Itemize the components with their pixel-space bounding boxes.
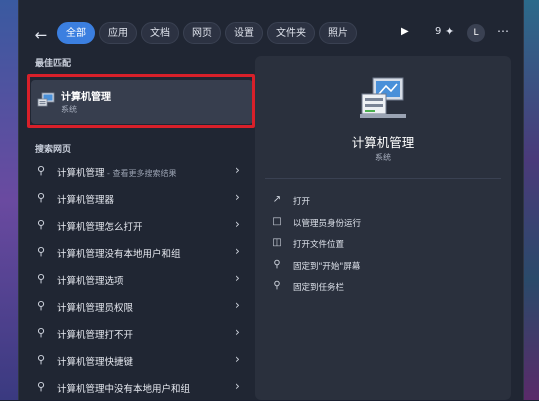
search-icon: ⚲ [37, 272, 46, 285]
web-result-item[interactable]: ⚲ 计算机管理怎么打开 › [27, 212, 255, 239]
more-options-icon[interactable]: ⋯ [497, 24, 509, 38]
web-result-item[interactable]: ⚲ 计算机管理快捷键 › [27, 347, 255, 374]
web-result-item[interactable]: ⚲ 计算机管理选项 › [27, 266, 255, 293]
web-result-item[interactable]: ⚲ 计算机管理员权限 › [27, 293, 255, 320]
tab-documents[interactable]: 文档 [141, 22, 179, 44]
chevron-right-icon: › [235, 190, 240, 204]
action-label: 打开 [293, 197, 311, 207]
detail-title: 计算机管理 [351, 135, 415, 150]
chevron-right-icon: › [235, 298, 240, 312]
open-icon: ↗ [272, 194, 282, 205]
web-search-section: 搜索网页 ⚲ 计算机管理 - 查看更多搜索结果 › ⚲ 计算机管理器 › ⚲ 计… [27, 142, 255, 401]
detail-pane: 计算机管理 系统 ↗ 打开 □ 以管理员身份运行 ◫ 打开文件位置 ⚲ 固定到"… [255, 56, 511, 400]
search-icon: ⚲ [37, 353, 46, 366]
web-result-text: 计算机管理 [57, 168, 105, 179]
web-result-text: 计算机管理员权限 [57, 303, 134, 314]
action-label: 打开文件位置 [293, 240, 345, 250]
pin-icon: ⚲ [273, 280, 281, 291]
chevron-right-icon: › [235, 244, 240, 258]
tab-folders[interactable]: 文件夹 [267, 22, 315, 44]
web-result-subtext: - 查看更多搜索结果 [104, 169, 177, 178]
best-match-heading: 最佳匹配 [35, 59, 72, 69]
tab-photos[interactable]: 照片 [319, 22, 357, 44]
divider [265, 178, 501, 179]
action-label: 以管理员身份运行 [293, 218, 362, 229]
chevron-right-icon: › [235, 217, 240, 231]
web-result-text: 计算机管理选项 [57, 276, 124, 287]
rewards-count: 9 [435, 26, 442, 37]
filter-tabs: 全部 应用 文档 网页 设置 文件夹 照片 [57, 22, 357, 44]
search-icon: ⚲ [37, 380, 46, 393]
detail-subtitle: 系统 [375, 153, 391, 162]
web-result-text: 计算机管理器 [57, 195, 115, 206]
back-arrow-icon[interactable]: ← [33, 25, 49, 45]
folder-icon: ◫ [272, 237, 282, 248]
tab-apps[interactable]: 应用 [99, 22, 137, 44]
trophy-icon[interactable]: ✦ [445, 25, 454, 38]
chevron-right-icon: › [235, 352, 240, 366]
computer-management-icon [360, 77, 406, 118]
web-result-text: 计算机管理打不开 [57, 330, 134, 341]
action-label: 固定到"开始"屏幕 [293, 261, 361, 272]
search-icon: ⚲ [37, 299, 46, 312]
web-result-item[interactable]: ⚲ 计算机管理没有本地用户和组 › [27, 239, 255, 266]
web-result-text: 计算机管理没有本地用户和组 [57, 249, 181, 260]
search-icon: ⚲ [37, 326, 46, 339]
desktop-wallpaper-left [0, 0, 18, 400]
best-match-item[interactable]: 计算机管理 系统 [27, 74, 255, 128]
tab-settings[interactable]: 设置 [225, 22, 263, 44]
chevron-right-icon: › [235, 379, 240, 393]
search-icon: ⚲ [37, 191, 46, 204]
best-match-subtitle: 系统 [61, 105, 77, 114]
computer-management-icon [37, 92, 55, 107]
search-panel: ← 全部 应用 文档 网页 设置 文件夹 照片 ▶ 9 ✦ L ⋯ 最佳匹配 计 [18, 0, 524, 400]
web-result-text: 计算机管理怎么打开 [57, 222, 143, 233]
chevron-right-icon: › [235, 325, 240, 339]
web-result-text: 计算机管理快捷键 [57, 357, 134, 368]
chevron-right-icon: › [235, 271, 240, 285]
action-label: 固定到任务栏 [293, 283, 345, 293]
avatar[interactable]: L [467, 24, 485, 42]
web-result-item[interactable]: ⚲ 计算机管理 - 查看更多搜索结果 › [27, 158, 255, 185]
admin-shield-icon: □ [272, 215, 282, 227]
results-list: 最佳匹配 计算机管理 系统 搜索网页 ⚲ 计算机管理 - 查看更多搜索结果 › … [27, 56, 255, 401]
search-filter-bar: ← 全部 应用 文档 网页 设置 文件夹 照片 ▶ 9 ✦ L ⋯ [19, 22, 523, 48]
play-icon[interactable]: ▶ [401, 26, 409, 37]
tab-all[interactable]: 全部 [57, 22, 95, 44]
pin-icon: ⚲ [273, 258, 281, 270]
web-result-item[interactable]: ⚲ 计算机管理器 › [27, 185, 255, 212]
best-match-title: 计算机管理 [61, 92, 111, 103]
chevron-right-icon: › [235, 163, 240, 177]
search-icon: ⚲ [37, 245, 46, 258]
web-search-heading: 搜索网页 [35, 145, 72, 155]
search-icon: ⚲ [37, 164, 46, 177]
web-result-text: 计算机管理中没有本地用户和组 [57, 384, 191, 395]
web-result-item[interactable]: ⚲ 计算机管理中没有本地用户和组 › [27, 374, 255, 401]
web-result-item[interactable]: ⚲ 计算机管理打不开 › [27, 320, 255, 347]
tab-web[interactable]: 网页 [183, 22, 221, 44]
search-icon: ⚲ [37, 218, 46, 231]
